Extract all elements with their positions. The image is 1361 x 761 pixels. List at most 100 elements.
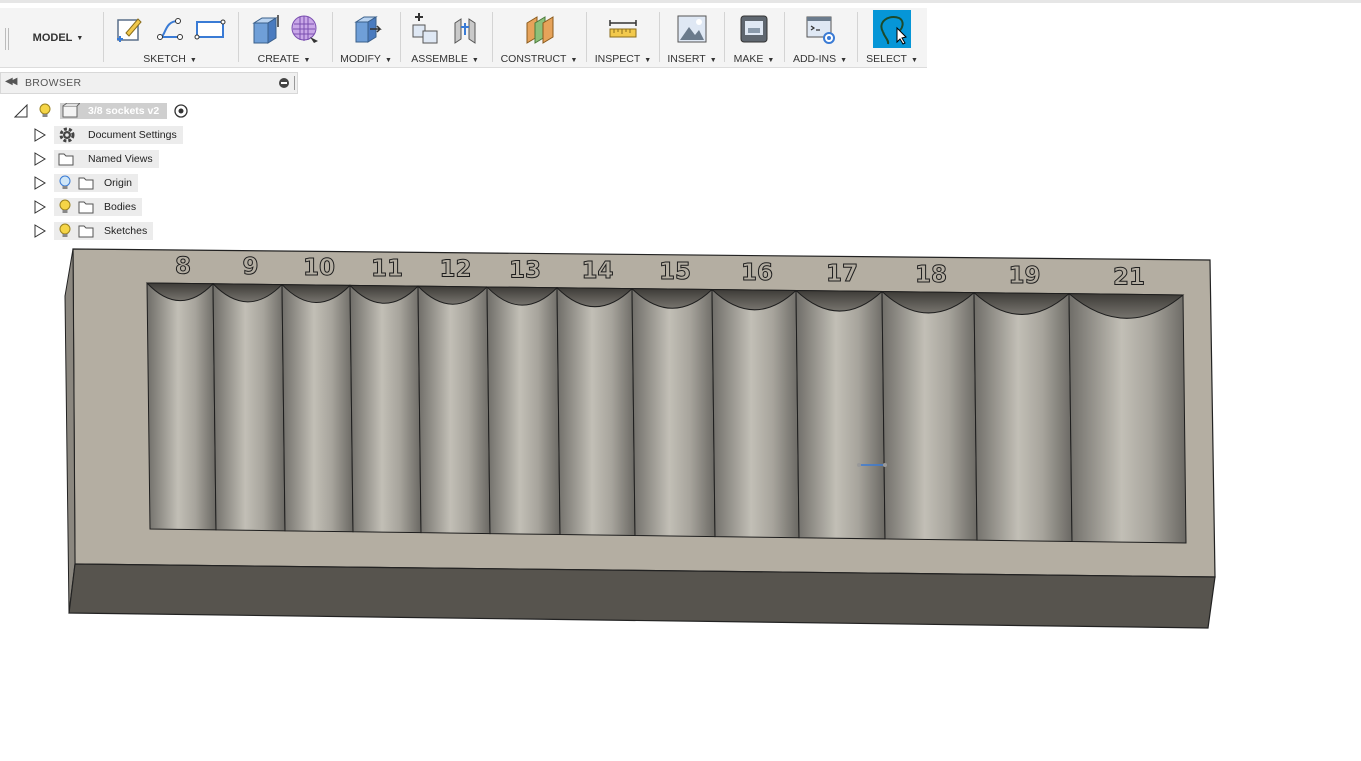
socket-tray-body[interactable]: 8 9 10 11 12 13 14 15 16 17 18 19 21 (64, 248, 1216, 629)
socket-pocket[interactable] (212, 283, 286, 532)
expand-triangle-icon[interactable] (34, 128, 46, 142)
socket-pocket-rim (485, 286, 559, 306)
model-viewport[interactable]: 8 9 10 11 12 13 14 15 16 17 18 19 21 (0, 0, 1361, 761)
chevron-down-icon: ▼ (303, 57, 311, 64)
socket-pocket[interactable] (881, 291, 978, 541)
window-top-strip (0, 0, 1361, 3)
toolbar-separator (857, 12, 858, 62)
socket-pocket[interactable] (631, 288, 716, 538)
chevron-down-icon: ▼ (644, 57, 652, 64)
socket-size-label: 21 (1113, 264, 1145, 290)
socket-size-labels: 8 9 10 11 12 13 14 15 16 17 18 19 21 (174, 253, 1145, 291)
construct-menu[interactable]: CONSTRUCT ▼ (496, 53, 582, 65)
assemble-menu[interactable]: ASSEMBLE ▼ (404, 53, 486, 65)
rectangle-tool-icon[interactable] (194, 13, 226, 45)
browser-item-document-settings[interactable]: Document Settings (34, 125, 183, 145)
press-pull-icon[interactable] (350, 13, 382, 45)
socket-pocket[interactable] (1068, 293, 1187, 544)
form-icon[interactable] (288, 13, 320, 45)
socket-pocket[interactable] (349, 284, 422, 534)
browser-resize-handle[interactable] (294, 76, 297, 90)
chevron-down-icon: ▼ (910, 57, 918, 64)
3d-print-icon[interactable] (738, 13, 770, 45)
socket-pocket[interactable] (973, 292, 1073, 542)
measure-icon[interactable] (607, 13, 639, 45)
insert-menu[interactable]: INSERT ▼ (662, 53, 722, 65)
browser-item-bodies[interactable]: Bodies (34, 197, 143, 217)
toolbar: MODEL ▼ SKETCH ▼ CREATE ▼ MODIFY ▼ ASSEM… (0, 8, 927, 68)
socket-pocket[interactable] (795, 290, 886, 540)
toolbar-grip[interactable] (5, 28, 9, 50)
sketch-menu[interactable]: SKETCH ▼ (108, 53, 232, 65)
assemble-group: ASSEMBLE ▼ (404, 8, 486, 67)
create-menu[interactable]: CREATE ▼ (242, 53, 326, 65)
browser-item-sketches[interactable]: Sketches (34, 221, 154, 241)
toolbar-separator (332, 12, 333, 62)
socket-size-label: 13 (509, 257, 541, 283)
browser-item-label: Origin (104, 177, 133, 189)
offset-plane-icon[interactable] (523, 13, 555, 45)
root-component-chip[interactable]: 3/8 sockets v2 (60, 103, 168, 119)
socket-pocket[interactable] (417, 285, 491, 535)
create-sketch-icon[interactable] (114, 13, 146, 45)
socket-pocket[interactable] (711, 289, 800, 539)
expand-triangle-icon[interactable] (34, 200, 46, 214)
socket-pocket-rim (211, 283, 284, 303)
socket-size-label: 16 (741, 260, 773, 286)
toolbar-separator (586, 12, 587, 62)
visibility-bulb-off-icon[interactable] (58, 175, 72, 191)
insert-group: INSERT ▼ (662, 8, 722, 67)
insert-image-icon[interactable] (676, 13, 708, 45)
select-tool-button[interactable] (873, 10, 911, 48)
visibility-bulb-icon[interactable] (58, 223, 72, 239)
socket-size-label: 19 (1008, 263, 1040, 289)
chevron-down-icon: ▼ (767, 57, 775, 64)
browser-item-named-views[interactable]: Named Views (34, 149, 159, 169)
expand-triangle-icon[interactable] (34, 152, 46, 166)
socket-pocket-rim (416, 285, 489, 305)
visibility-bulb-icon[interactable] (58, 199, 72, 215)
construct-group: CONSTRUCT ▼ (496, 8, 582, 67)
minimize-browser-icon[interactable] (279, 78, 289, 88)
extrude-icon[interactable] (248, 13, 280, 45)
joint-icon[interactable] (449, 13, 481, 45)
chevron-down-icon: ▼ (384, 57, 392, 64)
inspect-menu[interactable]: INSPECT ▼ (590, 53, 656, 65)
activate-radio-icon[interactable] (173, 103, 189, 119)
scripts-addins-icon[interactable] (804, 13, 836, 45)
visibility-bulb-icon[interactable] (38, 103, 52, 119)
socket-pocket[interactable] (281, 284, 354, 533)
expanded-triangle-icon[interactable] (14, 104, 28, 118)
new-component-icon[interactable] (409, 13, 441, 45)
workspace-switcher[interactable]: MODEL ▼ (14, 18, 102, 58)
socket-size-label: 10 (303, 255, 335, 281)
root-component-label: 3/8 sockets v2 (80, 103, 168, 119)
select-menu[interactable]: SELECT ▼ (860, 53, 924, 65)
socket-pocket-rim (1067, 293, 1185, 319)
socket-pocket[interactable] (556, 287, 636, 537)
socket-size-label: 15 (659, 259, 691, 285)
make-menu[interactable]: MAKE ▼ (727, 53, 781, 65)
browser-item-label: Bodies (104, 201, 137, 213)
socket-pocket-rim (555, 287, 634, 308)
toolbar-separator (784, 12, 785, 62)
socket-size-label: 17 (826, 261, 858, 287)
line-tool-icon[interactable] (154, 13, 186, 45)
socket-pocket-rim (880, 290, 976, 314)
socket-pocket[interactable] (486, 286, 561, 536)
expand-triangle-icon[interactable] (34, 224, 46, 238)
chevron-down-icon: ▼ (76, 34, 84, 42)
socket-size-label: 12 (439, 257, 471, 283)
socket-pocket-rim (348, 284, 420, 304)
modify-menu[interactable]: MODIFY ▼ (336, 53, 396, 65)
toolbar-separator (238, 12, 239, 62)
collapse-browser-icon[interactable]: ◀◀ (5, 76, 18, 87)
browser-item-origin[interactable]: Origin (34, 173, 139, 193)
addins-menu[interactable]: ADD-INS ▼ (787, 53, 853, 65)
chevron-down-icon: ▼ (189, 57, 197, 64)
folder-icon (78, 201, 94, 214)
browser-header: ◀◀ BROWSER (0, 72, 298, 94)
expand-triangle-icon[interactable] (34, 176, 46, 190)
socket-pocket[interactable] (146, 282, 217, 531)
folder-icon (78, 225, 94, 238)
